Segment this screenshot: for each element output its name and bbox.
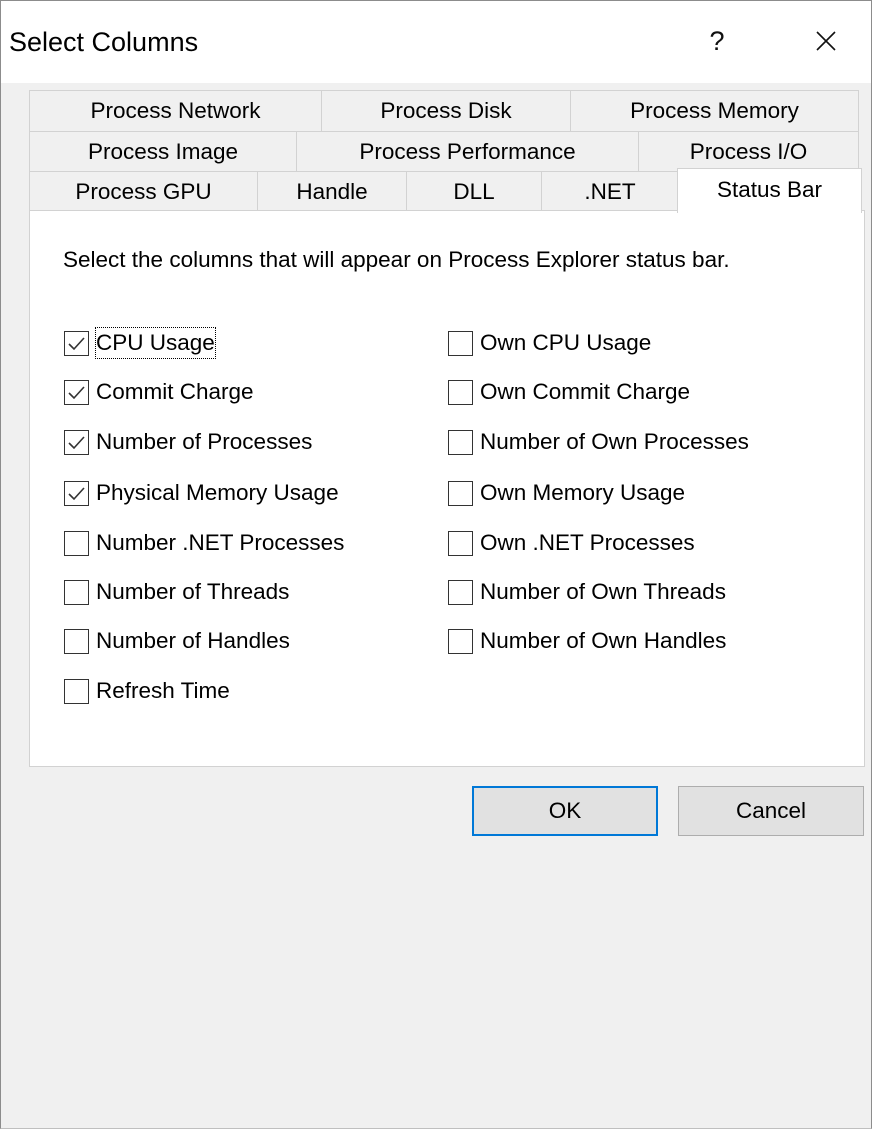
status-bar-tab-panel: Select the columns that will appear on P… xyxy=(29,210,865,767)
check-icon xyxy=(68,486,85,500)
tab-status-bar[interactable]: Status Bar xyxy=(677,168,862,213)
select-columns-dialog: Select Columns ? Process Network Process… xyxy=(0,0,872,1129)
checkbox-label: Number of Own Processes xyxy=(480,429,749,454)
checkbox-label: Number of Own Threads xyxy=(480,579,726,604)
tab-dotnet[interactable]: .NET xyxy=(541,171,679,212)
checkbox-label: Own CPU Usage xyxy=(480,330,652,355)
tab-process-memory[interactable]: Process Memory xyxy=(570,90,859,131)
close-button[interactable] xyxy=(799,19,853,63)
checkbox-label: Number of Processes xyxy=(96,429,313,454)
checkbox-label: CPU Usage xyxy=(95,327,216,359)
title-bar: Select Columns ? xyxy=(1,1,871,83)
checkbox-own-cpu-usage[interactable]: Own CPU Usage xyxy=(448,327,651,359)
checkbox-label: Physical Memory Usage xyxy=(96,480,339,505)
tab-handle[interactable]: Handle xyxy=(257,171,407,212)
checkbox-box[interactable] xyxy=(64,628,89,654)
close-icon xyxy=(816,31,836,51)
checkbox-label: Own .NET Processes xyxy=(480,530,695,555)
checkbox-box[interactable] xyxy=(448,530,473,556)
checkbox-label: Number of Threads xyxy=(96,579,290,604)
checkbox-number-net-processes[interactable]: Number .NET Processes xyxy=(64,527,344,559)
cancel-button[interactable]: Cancel xyxy=(678,786,864,836)
checkbox-box[interactable] xyxy=(448,579,473,605)
tab-dll[interactable]: DLL xyxy=(406,171,542,212)
checkbox-box[interactable] xyxy=(448,429,473,455)
checkbox-box[interactable] xyxy=(448,480,473,506)
checkbox-own-commit-charge[interactable]: Own Commit Charge xyxy=(448,376,690,408)
tab-process-performance[interactable]: Process Performance xyxy=(296,131,639,172)
checkbox-box[interactable] xyxy=(448,379,473,405)
checkbox-label: Own Commit Charge xyxy=(480,379,691,404)
tab-process-io[interactable]: Process I/O xyxy=(638,131,859,172)
tab-process-network[interactable]: Process Network xyxy=(29,90,322,131)
checkbox-box[interactable] xyxy=(64,480,89,506)
checkbox-box[interactable] xyxy=(64,530,89,556)
checkbox-number-of-own-processes[interactable]: Number of Own Processes xyxy=(448,426,749,458)
checkbox-number-of-own-threads[interactable]: Number of Own Threads xyxy=(448,576,726,608)
checkbox-number-of-own-handles[interactable]: Number of Own Handles xyxy=(448,625,726,657)
check-icon xyxy=(68,435,85,449)
checkbox-box[interactable] xyxy=(64,429,89,455)
checkbox-number-of-handles[interactable]: Number of Handles xyxy=(64,625,290,657)
checkbox-label: Number of Handles xyxy=(96,628,290,653)
checkbox-number-of-threads[interactable]: Number of Threads xyxy=(64,576,289,608)
checkbox-box[interactable] xyxy=(64,579,89,605)
checkbox-refresh-time[interactable]: Refresh Time xyxy=(64,675,230,707)
checkbox-physical-memory-usage[interactable]: Physical Memory Usage xyxy=(64,477,339,509)
panel-description: Select the columns that will appear on P… xyxy=(63,247,730,272)
checkbox-label: Own Memory Usage xyxy=(480,480,686,505)
checkbox-label: Refresh Time xyxy=(96,678,230,703)
checkbox-own-net-processes[interactable]: Own .NET Processes xyxy=(448,527,695,559)
check-icon xyxy=(68,336,85,350)
checkbox-label: Number of Own Handles xyxy=(480,628,727,653)
tab-process-disk[interactable]: Process Disk xyxy=(321,90,571,131)
checkbox-box[interactable] xyxy=(448,628,473,654)
checkbox-commit-charge[interactable]: Commit Charge xyxy=(64,376,254,408)
checkbox-own-memory-usage[interactable]: Own Memory Usage xyxy=(448,477,685,509)
checkbox-label: Commit Charge xyxy=(96,379,254,404)
tab-process-image[interactable]: Process Image xyxy=(29,131,297,172)
tab-process-gpu[interactable]: Process GPU xyxy=(29,171,258,212)
checkbox-box[interactable] xyxy=(64,379,89,405)
checkbox-box[interactable] xyxy=(64,330,89,356)
help-button[interactable]: ? xyxy=(693,19,741,63)
checkbox-box[interactable] xyxy=(448,330,473,356)
checkbox-label: Number .NET Processes xyxy=(96,530,345,555)
check-icon xyxy=(68,385,85,399)
ok-button[interactable]: OK xyxy=(472,786,658,836)
checkbox-cpu-usage[interactable]: CPU Usage xyxy=(64,327,216,359)
checkbox-number-of-processes[interactable]: Number of Processes xyxy=(64,426,312,458)
checkbox-box[interactable] xyxy=(64,678,89,704)
dialog-title: Select Columns xyxy=(9,27,199,57)
